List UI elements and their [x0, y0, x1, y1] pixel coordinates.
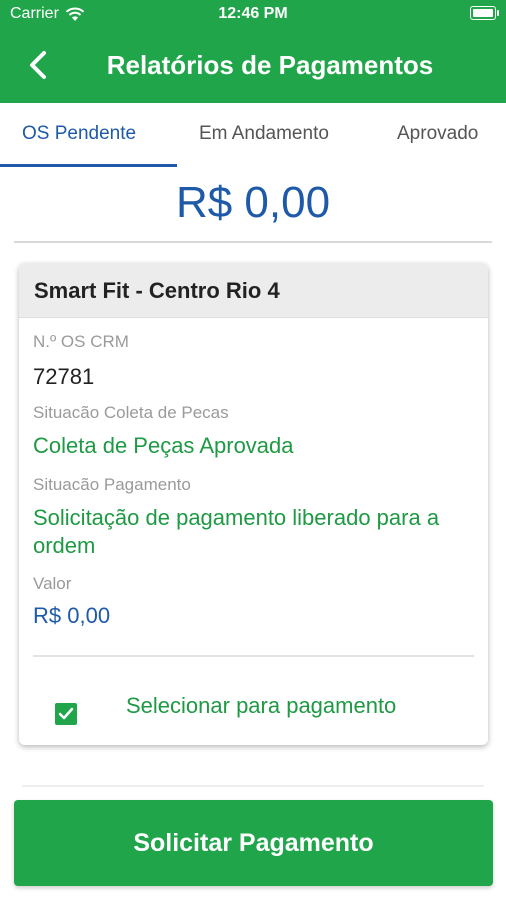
pagamento-value: Solicitação de pagamento liberado para a… [33, 505, 440, 558]
battery-icon [470, 6, 499, 20]
select-checkbox[interactable] [55, 703, 77, 725]
tab-bar: OS Pendente Em Andamento Aprovado [0, 103, 506, 167]
tab-aprovado[interactable]: Aprovado [397, 123, 478, 145]
checkmark-icon [58, 707, 74, 720]
os-value: 72781 [33, 364, 95, 389]
card-divider [33, 655, 474, 657]
divider [14, 241, 492, 243]
active-tab-indicator [0, 164, 177, 167]
app-header: Relatórios de Pagamentos [0, 28, 506, 103]
card-header: Smart Fit - Centro Rio 4 [19, 263, 488, 318]
valor-value: R$ 0,00 [33, 603, 111, 628]
status-time: 12:46 PM [218, 5, 288, 22]
coleta-value: Coleta de Peças Aprovada [33, 433, 294, 458]
os-label: N.º OS CRM [33, 332, 129, 351]
page-title: Relatórios de Pagamentos [106, 50, 434, 80]
tab-os-pendente[interactable]: OS Pendente [22, 123, 136, 145]
status-bar: Carrier 12:46 PM [0, 0, 506, 28]
card-title: Smart Fit - Centro Rio 4 [34, 278, 280, 303]
select-label[interactable]: Selecionar para pagamento [126, 693, 396, 719]
coleta-label: Situacão Coleta de Pecas [33, 403, 229, 422]
valor-label: Valor [33, 574, 72, 593]
tab-em-andamento[interactable]: Em Andamento [199, 123, 329, 145]
pagamento-label: Situacão Pagamento [33, 475, 191, 494]
divider [22, 785, 484, 787]
total-amount: R$ 0,00 [175, 178, 331, 227]
solicitar-pagamento-button[interactable]: Solicitar Pagamento [14, 800, 493, 886]
order-card: Smart Fit - Centro Rio 4 N.º OS CRM 7278… [19, 263, 488, 745]
